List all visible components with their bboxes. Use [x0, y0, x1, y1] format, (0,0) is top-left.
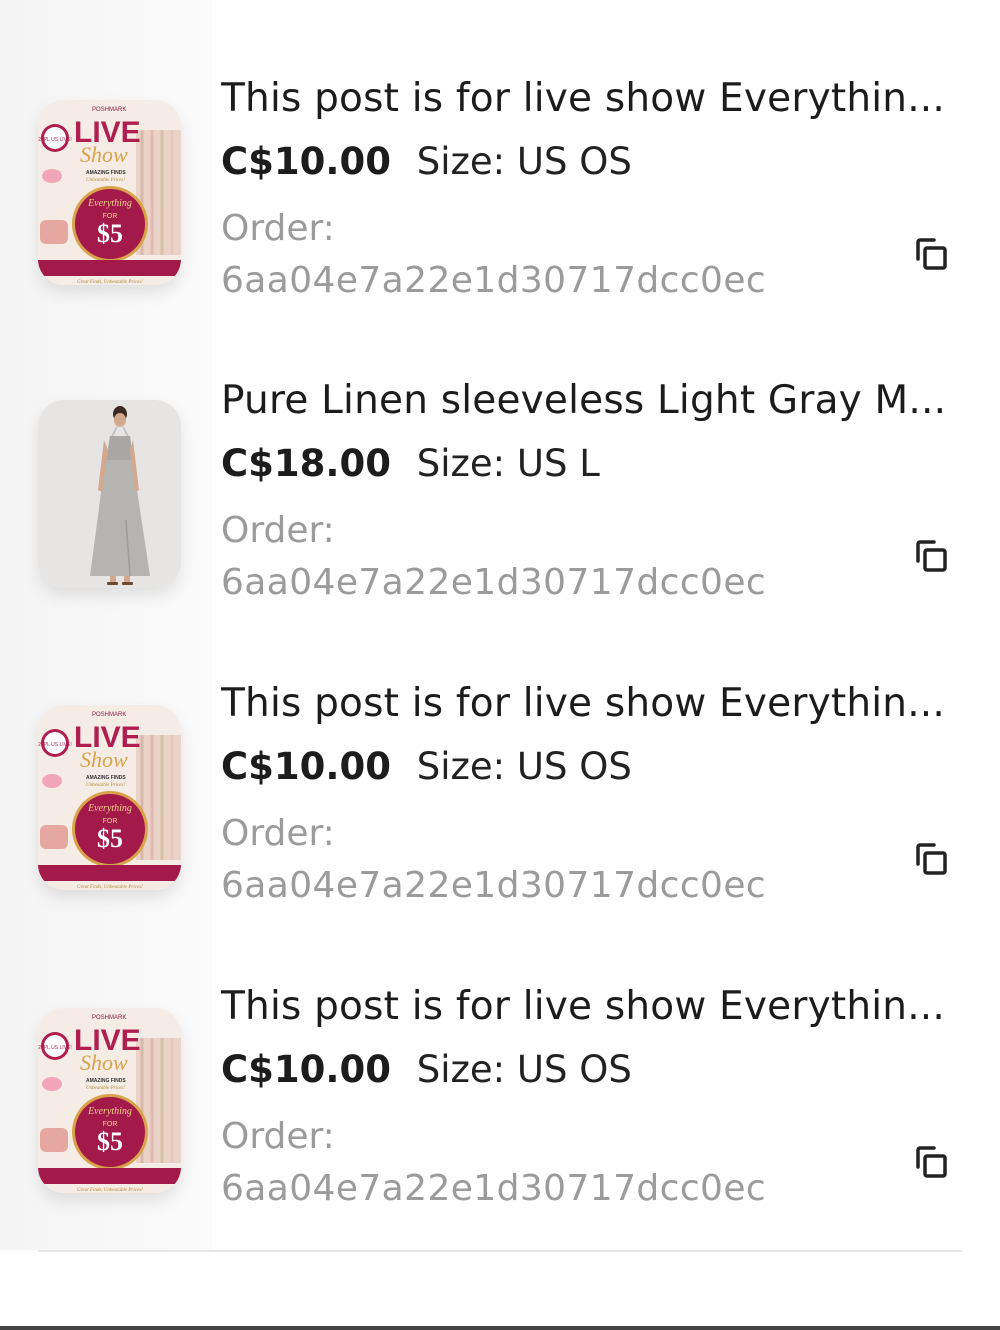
five-dollar-text: $5: [97, 824, 123, 853]
size-value: US L: [516, 442, 600, 485]
order-list-item[interactable]: Pure Linen sleeveless Light Gray M... C$…: [0, 302, 1000, 604]
badge-text: 20PL US LIVE!: [38, 742, 71, 748]
price: C$10.00: [221, 745, 391, 788]
size-label: Size:: [416, 140, 506, 183]
product-title[interactable]: Pure Linen sleeveless Light Gray M...: [221, 378, 956, 423]
copy-order-id-button[interactable]: [912, 537, 952, 577]
order-list-item[interactable]: POSHMARK LIVE Show 20PL US LIVE! AMAZING…: [0, 605, 1000, 907]
copy-order-id-button[interactable]: [912, 235, 952, 275]
size-value: US OS: [516, 140, 632, 183]
footer-text: Great Finds, Unbeatable Prices!: [77, 280, 143, 285]
price-size-row: C$10.00 Size: US OS: [221, 745, 632, 788]
unbeatable-text: Unbeatable Prices!: [86, 783, 125, 788]
order-id: 6aa04e7a22e1d30717dcc0ec: [221, 260, 767, 301]
product-thumbnail[interactable]: [38, 400, 181, 588]
price-size-row: C$10.00 Size: US OS: [221, 1048, 632, 1091]
order-label: Order:: [221, 510, 335, 551]
everything-text: Everything: [87, 198, 132, 209]
show-text: Show: [80, 1050, 128, 1075]
copy-icon: [916, 843, 947, 875]
badge-text: 20PL US LIVE!: [38, 137, 71, 143]
everything-text: Everything: [87, 1106, 132, 1117]
copy-icon: [916, 1146, 947, 1178]
badge-text: 20PL US LIVE!: [38, 1045, 71, 1051]
order-id: 6aa04e7a22e1d30717dcc0ec: [221, 562, 767, 603]
price: C$10.00: [221, 1048, 391, 1091]
price: C$18.00: [221, 442, 391, 485]
size-label: Size:: [416, 442, 506, 485]
product-thumbnail[interactable]: POSHMARK LIVE Show 20PL US LIVE! AMAZING…: [38, 705, 181, 890]
unbeatable-text: Unbeatable Prices!: [86, 1086, 125, 1091]
price-size-row: C$18.00 Size: US L: [221, 442, 600, 485]
five-dollar-text: $5: [97, 1127, 123, 1156]
product-title[interactable]: This post is for live show Everythin...: [221, 681, 956, 726]
copy-icon: [916, 540, 947, 572]
size-label: Size:: [416, 1048, 506, 1091]
size-value: US OS: [516, 1048, 632, 1091]
brand-text: POSHMARK: [92, 1015, 126, 1021]
list-divider: [38, 1250, 962, 1252]
order-label: Order:: [221, 1116, 335, 1157]
order-id: 6aa04e7a22e1d30717dcc0ec: [221, 865, 767, 906]
size-value: US OS: [516, 745, 632, 788]
price-size-row: C$10.00 Size: US OS: [221, 140, 632, 183]
five-dollar-text: $5: [97, 219, 123, 248]
product-title[interactable]: This post is for live show Everythin...: [221, 984, 956, 1029]
copy-icon: [916, 238, 947, 270]
amazing-finds-text: AMAZING FINDS: [86, 1078, 126, 1084]
copy-order-id-button[interactable]: [912, 1143, 952, 1183]
order-list-item[interactable]: POSHMARK LIVE Show 20PL US LIVE! AMAZING…: [0, 908, 1000, 1210]
everything-text: Everything: [87, 803, 132, 814]
copy-order-id-button[interactable]: [912, 840, 952, 880]
size-label: Size:: [416, 745, 506, 788]
product-title[interactable]: This post is for live show Everythin...: [221, 76, 956, 121]
order-list-item[interactable]: POSHMARK LIVE Show 20PL US LIVE! AMAZING…: [0, 0, 1000, 302]
brand-text: POSHMARK: [92, 107, 126, 113]
order-id: 6aa04e7a22e1d30717dcc0ec: [221, 1168, 767, 1209]
price: C$10.00: [221, 140, 391, 183]
amazing-finds-text: AMAZING FINDS: [86, 775, 126, 781]
bottom-edge-bar: [0, 1326, 1000, 1330]
product-thumbnail[interactable]: POSHMARK LIVE Show 20PL US LIVE! AMAZING…: [38, 1008, 181, 1193]
amazing-finds-text: AMAZING FINDS: [86, 170, 126, 176]
show-text: Show: [80, 747, 128, 772]
footer-text: Great Finds, Unbeatable Prices!: [77, 885, 143, 890]
footer-text: Great Finds, Unbeatable Prices!: [77, 1188, 143, 1193]
order-label: Order:: [221, 208, 335, 249]
brand-text: POSHMARK: [92, 712, 126, 718]
order-label: Order:: [221, 813, 335, 854]
product-thumbnail[interactable]: POSHMARK LIVE Show 20PL US LIVE! AMAZING…: [38, 100, 181, 285]
unbeatable-text: Unbeatable Prices!: [86, 178, 125, 183]
show-text: Show: [80, 142, 128, 167]
